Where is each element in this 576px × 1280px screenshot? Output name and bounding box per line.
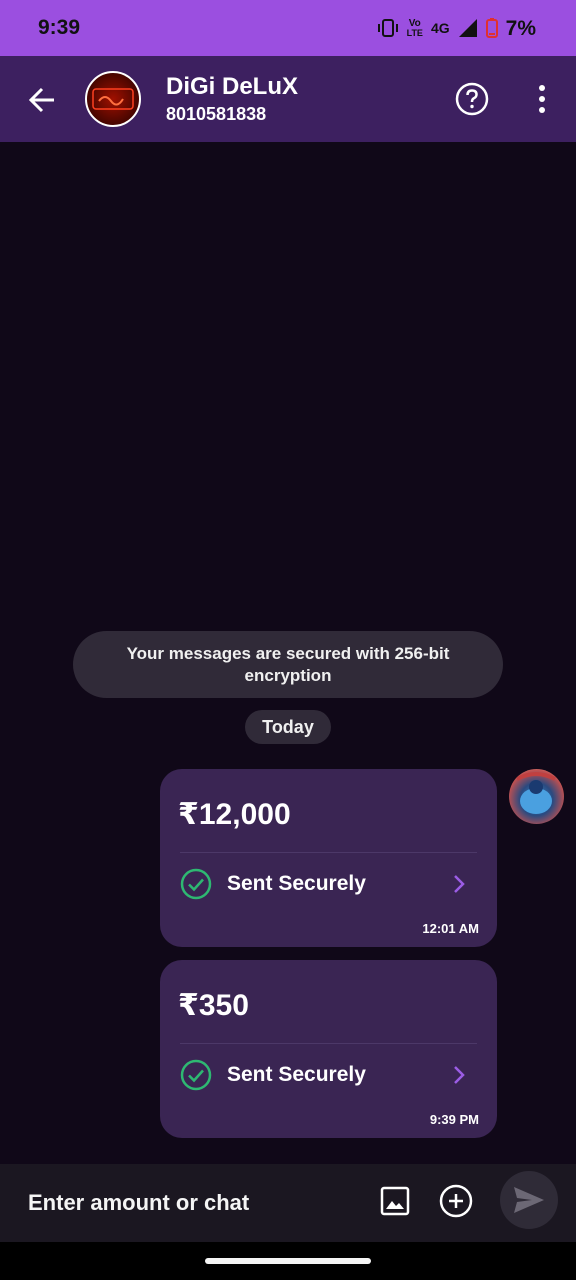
back-arrow-icon: [28, 87, 54, 113]
volte-bottom: LTE: [406, 27, 423, 38]
payment-amount: ₹350: [178, 989, 249, 1022]
volte-indicator: Vo LTE: [406, 17, 423, 38]
sender-avatar-image: [516, 772, 556, 814]
network-type: 4G: [430, 20, 450, 36]
chevron-right-icon: [454, 875, 465, 893]
amount-chat-input[interactable]: [28, 1184, 348, 1222]
payment-status: Sent Securely: [227, 1063, 366, 1086]
status-bar: 9:39 Vo LTE 4G 7%: [0, 0, 576, 56]
chat-header: DiGi DeLuX 8010581838: [0, 56, 576, 142]
payment-time: 9:39 PM: [429, 1112, 479, 1127]
contact-avatar-image: [92, 88, 134, 110]
message-input-bar: [0, 1164, 576, 1242]
image-icon: [380, 1186, 410, 1216]
status-time: 9:39: [38, 16, 81, 39]
more-options-button[interactable]: [532, 84, 552, 114]
contact-info[interactable]: DiGi DeLuX 8010581838: [166, 72, 298, 125]
card-divider: [180, 852, 477, 853]
battery-icon: [485, 18, 498, 38]
help-button[interactable]: [455, 82, 489, 116]
system-navigation-bar: [0, 1242, 576, 1280]
payment-status-row[interactable]: Sent Securely: [180, 867, 477, 901]
add-attachment-button[interactable]: [439, 1184, 473, 1218]
encryption-notice: Your messages are secured with 256-bit e…: [73, 631, 503, 698]
contact-name: DiGi DeLuX: [166, 73, 299, 100]
vibrate-icon: [377, 19, 398, 37]
payment-time: 12:01 AM: [422, 921, 479, 936]
contact-phone: 8010581838: [166, 104, 267, 124]
contact-avatar[interactable]: [85, 71, 141, 127]
card-divider: [180, 1043, 477, 1044]
gallery-button[interactable]: [379, 1185, 411, 1217]
volte-top: Vo: [408, 17, 421, 29]
plus-circle-icon: [439, 1184, 473, 1218]
sender-avatar: [509, 769, 564, 824]
signal-icon: [458, 19, 477, 37]
home-indicator[interactable]: [205, 1258, 371, 1264]
status-icons: Vo LTE 4G 7%: [377, 18, 536, 39]
check-circle-icon: [180, 1059, 212, 1091]
send-button[interactable]: [500, 1171, 558, 1229]
more-vertical-icon: [539, 85, 545, 113]
payment-message[interactable]: ₹12,000 Sent Securely 12:01 AM: [160, 769, 497, 947]
payment-status-row[interactable]: Sent Securely: [180, 1058, 477, 1092]
back-button[interactable]: [26, 84, 58, 116]
battery-percent: 7%: [505, 16, 536, 40]
date-separator: Today: [245, 710, 331, 744]
check-circle-icon: [180, 868, 212, 900]
chevron-right-icon: [454, 1066, 465, 1084]
payment-amount: ₹12,000: [178, 798, 291, 831]
send-icon: [514, 1187, 544, 1213]
payment-status: Sent Securely: [227, 872, 366, 895]
payment-message[interactable]: ₹350 Sent Securely 9:39 PM: [160, 960, 497, 1138]
help-icon: [455, 82, 489, 116]
